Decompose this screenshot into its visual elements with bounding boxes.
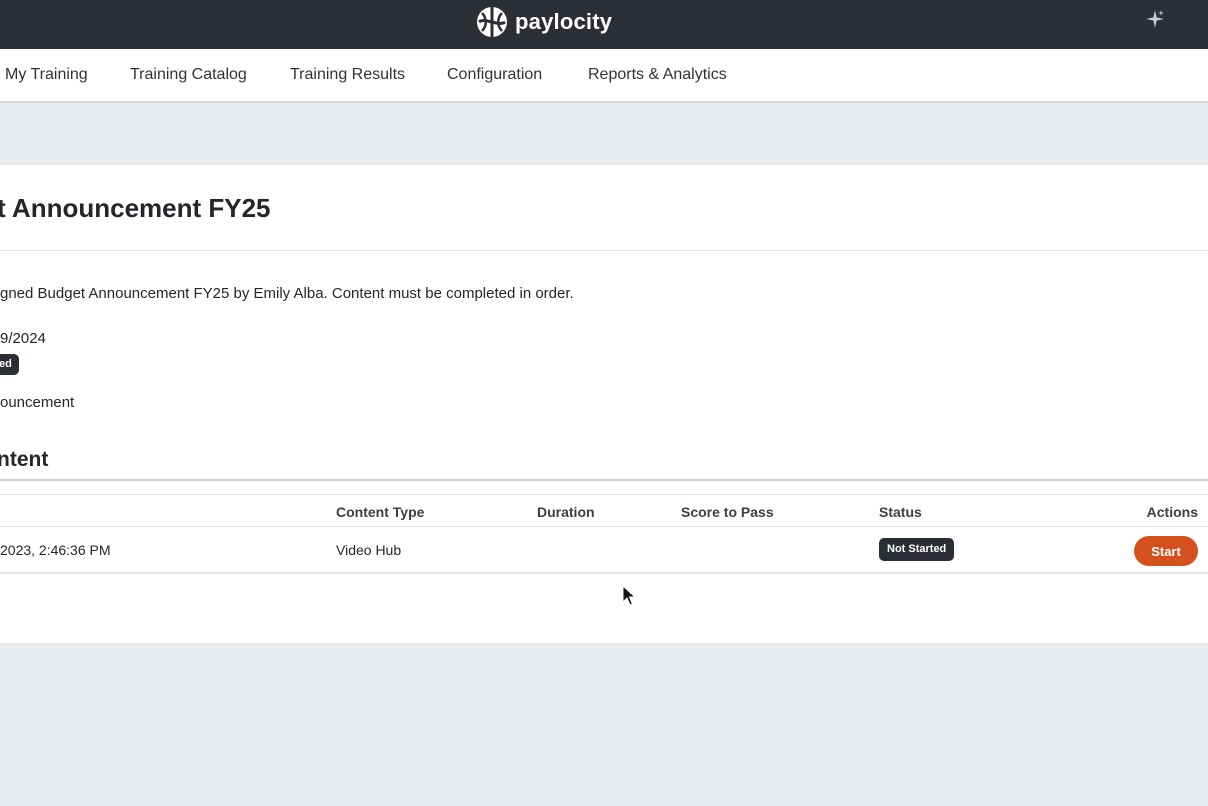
nav-reports-analytics[interactable]: Reports & Analytics [588,66,727,84]
start-button[interactable]: Start [1134,536,1198,566]
content-table: Content Type Duration Score to Pass Stat… [0,494,1208,574]
training-description: gned Budget Announcement FY25 by Emily A… [0,285,574,302]
column-header-actions: Actions [1146,504,1198,520]
nav-my-training[interactable]: My Training [5,66,88,84]
sparkle-icon[interactable] [1145,9,1165,29]
content-divider [0,479,1208,481]
paylocity-logo-icon [477,7,507,37]
column-header-score-to-pass[interactable]: Score to Pass [681,504,774,520]
due-date: 9/2024 [0,330,46,347]
table-row: 2023, 2:46:36 PM Video Hub Not Started S… [0,527,1208,574]
column-header-duration[interactable]: Duration [537,504,595,520]
nav-training-catalog[interactable]: Training Catalog [130,66,247,84]
top-bar: paylocity [0,0,1208,49]
content-section-heading: ntent [0,448,49,471]
training-category: ouncement [0,394,75,411]
column-header-status[interactable]: Status [879,504,922,520]
brand-logo[interactable]: paylocity [476,6,612,38]
page-title: t Announcement FY25 [0,193,271,223]
mouse-pointer-icon [622,585,636,606]
nav-training-results[interactable]: Training Results [290,66,405,84]
nav-configuration[interactable]: Configuration [447,66,542,84]
status-badge: Not Started [879,538,955,561]
content-type-cell: Video Hub [336,542,402,558]
content-name-cell: 2023, 2:46:36 PM [0,542,111,558]
main-nav: My Training Training Catalog Training Re… [0,49,1208,103]
assignment-status-badge: ed [0,354,19,375]
title-divider [0,250,1208,251]
table-header: Content Type Duration Score to Pass Stat… [0,494,1208,527]
brand-name: paylocity [515,9,613,34]
column-header-content-type[interactable]: Content Type [336,504,424,520]
